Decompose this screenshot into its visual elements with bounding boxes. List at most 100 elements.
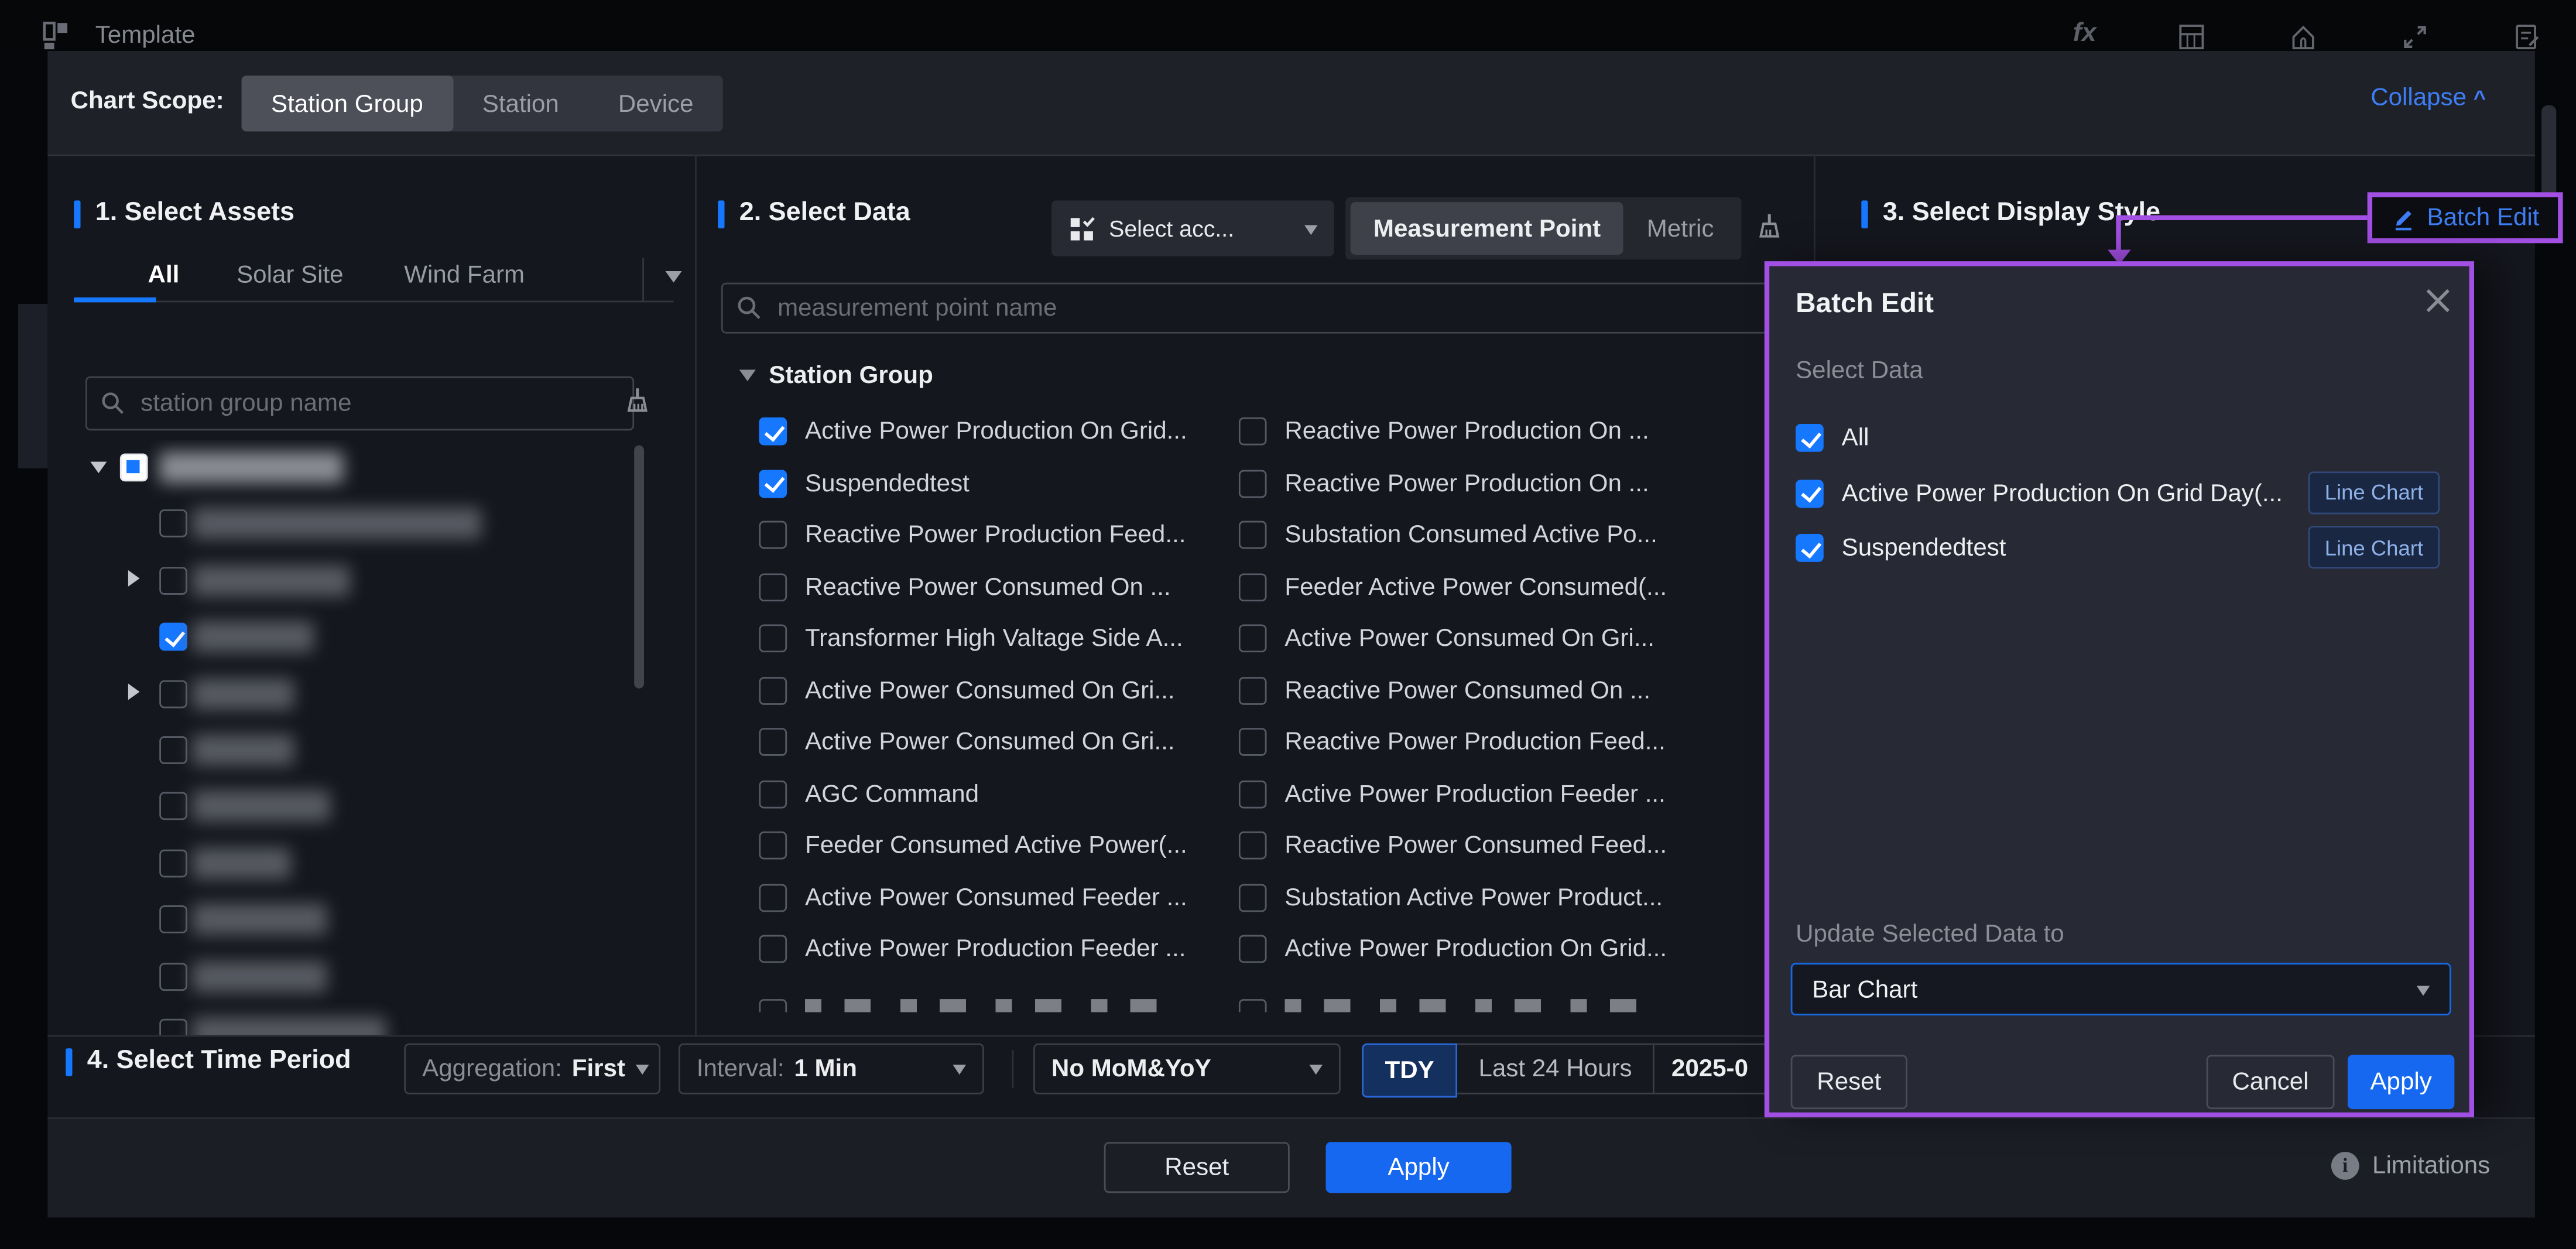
data-item-checkbox[interactable] xyxy=(759,832,787,860)
data-item-checkbox[interactable] xyxy=(759,521,787,549)
data-list-left-column: Active Power Production On Grid... Suspe… xyxy=(759,406,1252,1012)
tree-caret-icon[interactable] xyxy=(128,570,148,586)
data-item-checkbox[interactable] xyxy=(1239,832,1267,860)
tree-row[interactable] xyxy=(47,553,691,609)
tree-row[interactable] xyxy=(47,440,691,496)
modal-apply-button[interactable]: Apply xyxy=(2348,1055,2454,1110)
range-tdy-button[interactable]: TDY xyxy=(1362,1043,1457,1098)
batch-edit-button[interactable]: Batch Edit xyxy=(2368,192,2563,243)
tabs-dropdown-icon[interactable] xyxy=(665,271,681,291)
modal-row-checkbox[interactable] xyxy=(1796,535,1824,563)
tree-checkbox[interactable] xyxy=(159,1019,187,1035)
data-item-checkbox[interactable] xyxy=(759,780,787,808)
data-item-label: Reactive Power Production On ... xyxy=(1284,470,1649,498)
collapse-caret-icon[interactable] xyxy=(739,369,756,389)
range-last24-button[interactable]: Last 24 Hours xyxy=(1457,1045,1655,1093)
home-icon[interactable] xyxy=(2287,23,2320,51)
tree-checkbox[interactable] xyxy=(159,793,187,821)
accent-bar xyxy=(1861,200,1868,228)
data-item-checkbox[interactable] xyxy=(759,998,787,1012)
modal-row-checkbox[interactable] xyxy=(1796,425,1824,453)
calculator-icon[interactable] xyxy=(2175,23,2208,51)
limitations-link[interactable]: i Limitations xyxy=(2331,1152,2490,1180)
chart-type-tag[interactable]: Line Chart xyxy=(2308,471,2440,514)
modal-reset-button[interactable]: Reset xyxy=(1791,1055,1907,1110)
tree-caret-icon[interactable] xyxy=(90,462,107,482)
close-icon[interactable] xyxy=(2423,286,2453,316)
tree-row[interactable] xyxy=(47,497,691,553)
section-time-title: 4. Select Time Period xyxy=(66,1046,351,1076)
chart-scope-option[interactable]: Station xyxy=(453,76,588,131)
data-item-checkbox[interactable] xyxy=(759,728,787,757)
tree-checkbox[interactable] xyxy=(159,680,187,708)
chart-type-tag[interactable]: Line Chart xyxy=(2308,526,2440,569)
data-mode-option[interactable]: Metric xyxy=(1623,202,1736,255)
chart-scope-option[interactable]: Device xyxy=(588,76,723,131)
collapse-link[interactable]: Collapse ^ xyxy=(2371,84,2486,112)
asset-search-input[interactable] xyxy=(138,388,619,419)
batch-edit-modal: Batch Edit Select Data All Active xyxy=(1765,261,2474,1117)
data-item-checkbox[interactable] xyxy=(1239,573,1267,601)
aggregation-dropdown[interactable]: Aggregation: First xyxy=(404,1043,660,1094)
tree-row[interactable] xyxy=(47,1005,691,1035)
template-label[interactable]: Template xyxy=(95,21,196,49)
tab-wind-farm[interactable]: Wind Farm xyxy=(404,261,525,289)
mom-yoy-dropdown[interactable]: No MoM&YoY xyxy=(1033,1043,1341,1094)
station-group-node[interactable]: Station Group xyxy=(739,360,933,390)
data-item-checkbox[interactable] xyxy=(1239,884,1267,912)
data-item-checkbox[interactable] xyxy=(759,884,787,912)
asset-tabs: All Solar Site Wind Farm xyxy=(74,261,675,310)
tree-scrollbar[interactable] xyxy=(634,445,644,688)
data-item-checkbox[interactable] xyxy=(1239,470,1267,498)
tree-row[interactable] xyxy=(47,610,691,666)
data-item-checkbox[interactable] xyxy=(759,573,787,601)
data-item-checkbox[interactable] xyxy=(1239,780,1267,808)
reset-button[interactable]: Reset xyxy=(1104,1142,1290,1193)
data-item-row: Feeder Consumed Active Power(... xyxy=(759,820,1252,871)
data-item-checkbox[interactable] xyxy=(1239,676,1267,704)
document-edit-icon[interactable] xyxy=(2510,23,2543,51)
tree-row[interactable] xyxy=(47,836,691,892)
tree-checkbox[interactable] xyxy=(120,453,148,481)
data-item-checkbox[interactable] xyxy=(759,935,787,963)
chart-scope-option[interactable]: Station Group xyxy=(241,76,453,131)
tree-row[interactable] xyxy=(47,723,691,779)
apply-button[interactable]: Apply xyxy=(1326,1142,1512,1193)
tree-checkbox[interactable] xyxy=(159,736,187,764)
tab-solar-site[interactable]: Solar Site xyxy=(237,261,344,289)
tree-checkbox[interactable] xyxy=(159,510,187,538)
data-item-checkbox[interactable] xyxy=(1239,728,1267,757)
tree-checkbox[interactable] xyxy=(159,849,187,877)
modal-cancel-button[interactable]: Cancel xyxy=(2207,1055,2335,1110)
data-mode-option[interactable]: Measurement Point xyxy=(1351,202,1624,255)
tree-checkbox[interactable] xyxy=(159,906,187,934)
data-item-checkbox[interactable] xyxy=(759,676,787,704)
data-item-checkbox[interactable] xyxy=(1239,935,1267,963)
data-item-row: Reactive Power Consumed On ... xyxy=(1239,665,1732,716)
tree-checkbox[interactable] xyxy=(159,962,187,990)
account-selector-dropdown[interactable]: Select acc... xyxy=(1051,200,1334,256)
tree-caret-icon[interactable] xyxy=(128,683,148,699)
data-item-checkbox[interactable] xyxy=(759,625,787,653)
chart-type-select[interactable]: Bar Chart xyxy=(1791,963,2451,1015)
expand-icon[interactable] xyxy=(2399,23,2431,51)
clear-data-broom-icon[interactable] xyxy=(1755,212,1784,242)
tree-row[interactable] xyxy=(47,949,691,1005)
tab-all[interactable]: All xyxy=(148,261,180,289)
tree-row[interactable] xyxy=(47,666,691,722)
data-item-checkbox[interactable] xyxy=(1239,418,1267,446)
data-item-checkbox[interactable] xyxy=(1239,521,1267,549)
data-item-checkbox[interactable] xyxy=(1239,625,1267,653)
data-item-checkbox[interactable] xyxy=(759,470,787,498)
data-item-checkbox[interactable] xyxy=(1239,998,1267,1012)
tree-checkbox[interactable] xyxy=(159,623,187,651)
data-item-checkbox[interactable] xyxy=(759,418,787,446)
clear-filter-broom-icon[interactable] xyxy=(623,386,653,416)
tree-row[interactable] xyxy=(47,779,691,835)
fx-icon[interactable]: fx xyxy=(2073,23,2097,46)
tree-row[interactable] xyxy=(47,892,691,948)
modal-row-checkbox[interactable] xyxy=(1796,480,1824,508)
interval-dropdown[interactable]: Interval: 1 Min xyxy=(679,1043,984,1094)
tree-checkbox[interactable] xyxy=(159,567,187,595)
measurement-search-input[interactable] xyxy=(774,292,1804,323)
